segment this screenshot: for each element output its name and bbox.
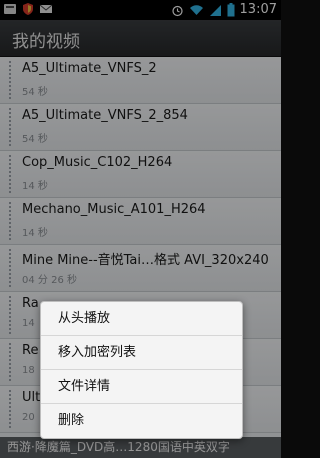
menu-item-file-details[interactable]: 文件详情	[41, 370, 242, 404]
menu-item-move-to-encrypted[interactable]: 移入加密列表	[41, 336, 242, 370]
menu-item-play-from-start[interactable]: 从头播放	[41, 302, 242, 336]
menu-item-delete[interactable]: 删除	[41, 404, 242, 437]
context-menu: 从头播放 移入加密列表 文件详情 删除	[40, 301, 243, 439]
